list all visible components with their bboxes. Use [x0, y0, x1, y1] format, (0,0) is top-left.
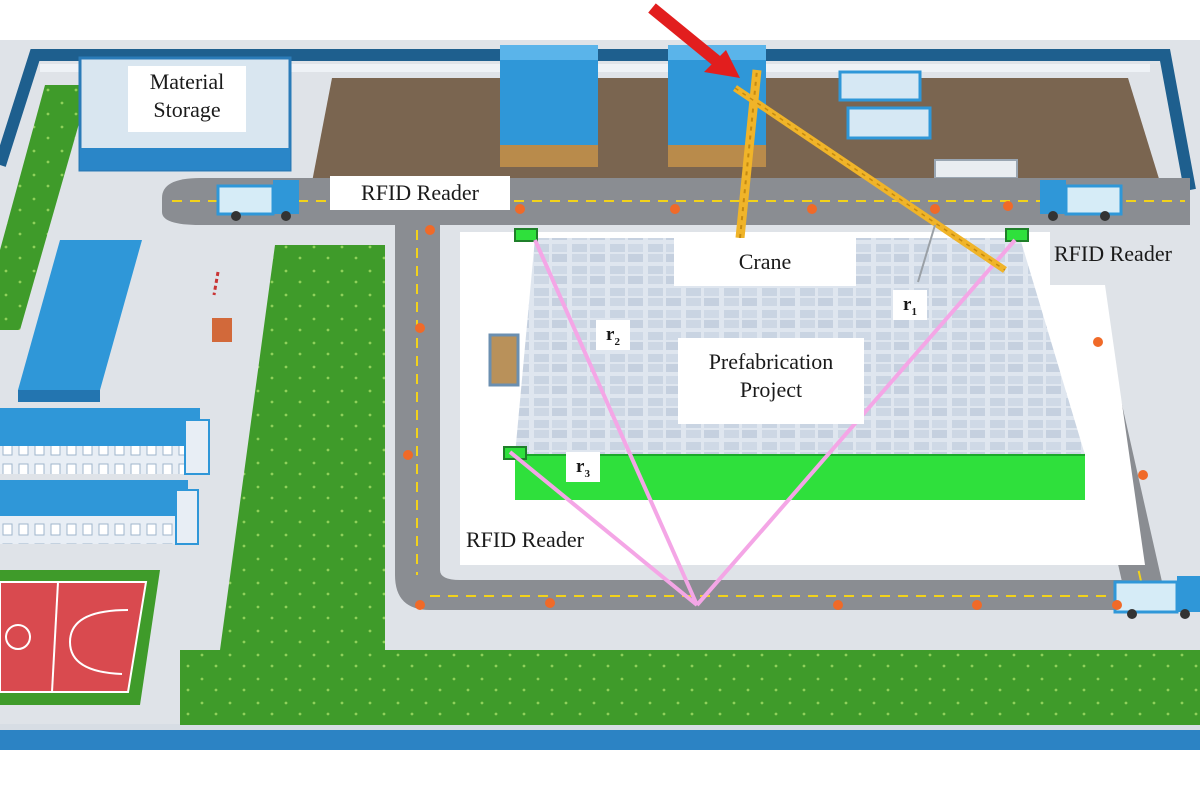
range-r1-index: 1 — [911, 305, 917, 318]
dormitory-1 — [0, 408, 210, 475]
truck-top-right — [1040, 180, 1123, 221]
truck-top-left — [216, 180, 299, 221]
material-storage-label: Material Storage — [128, 66, 246, 132]
rfid-reader-top-label: RFID Reader — [330, 176, 510, 210]
rfid-reader-bottom-label: RFID Reader — [466, 527, 584, 552]
range-r3-label: r3 — [566, 452, 600, 482]
road-top — [162, 178, 1190, 225]
project-label-line-2: Project — [739, 377, 803, 402]
rfid-reader-right-label: RFID Reader — [1054, 241, 1172, 266]
storage-block-1 — [500, 45, 598, 167]
material-storage-line-2: Storage — [153, 97, 221, 122]
range-r3-index: 3 — [584, 467, 590, 480]
site-border-band — [0, 728, 1200, 750]
rfid-device-top-right — [1005, 228, 1029, 242]
site-shed — [488, 333, 520, 387]
crane-label: Crane — [674, 238, 856, 286]
range-r2-index: 2 — [614, 335, 620, 348]
project-label-line-1: Prefabrication — [708, 349, 834, 374]
small-crate — [212, 318, 232, 342]
range-r2-label: r2 — [596, 320, 630, 350]
prefabrication-project-label: Prefabrication Project — [678, 338, 864, 424]
basketball-court — [0, 570, 160, 705]
truck-bottom-right — [1113, 576, 1200, 619]
range-r1-label: r1 — [893, 290, 927, 320]
dormitory-2 — [0, 480, 199, 545]
rfid-device-top-left — [514, 228, 538, 242]
material-storage-line-1: Material — [149, 69, 225, 94]
